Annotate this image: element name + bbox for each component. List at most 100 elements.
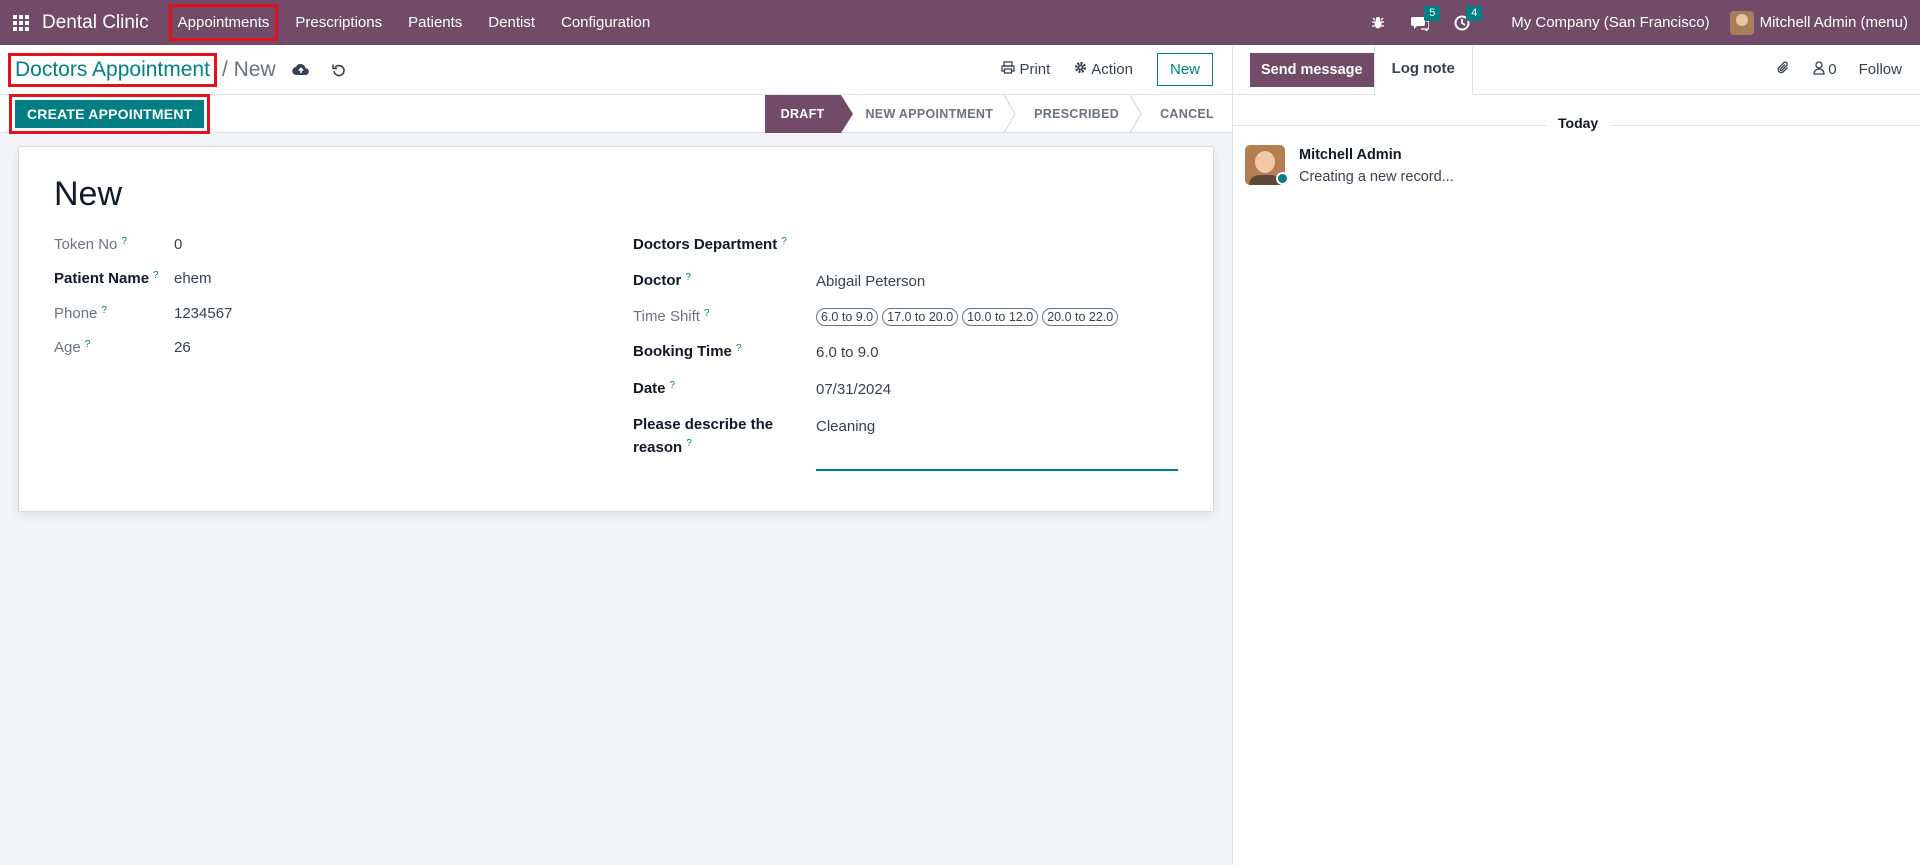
booking-time-value[interactable]: 6.0 to 9.0 (816, 344, 879, 361)
date-label: Date (633, 380, 666, 397)
menu-configuration[interactable]: Configuration (548, 0, 663, 45)
follow-button[interactable]: Follow (1859, 61, 1902, 78)
help-tooltip-icon[interactable]: ? (101, 305, 107, 316)
menu-dentist[interactable]: Dentist (475, 0, 548, 45)
apps-grid-icon[interactable] (13, 14, 29, 31)
attachment-paperclip-icon[interactable] (1777, 60, 1791, 80)
booking-time-field: Booking Time? (633, 343, 741, 360)
printer-icon (1001, 61, 1016, 78)
user-menu[interactable]: Mitchell Admin (menu) (1760, 14, 1908, 31)
reason-label-line2: reason (633, 439, 683, 456)
phone-field: Phone? (54, 305, 107, 322)
chatter-toolbar: Send message Log note 0 Follow (1233, 44, 1920, 95)
user-icon (1813, 60, 1825, 79)
reason-label-line1: Please describe the (633, 416, 774, 433)
help-tooltip-icon[interactable]: ? (85, 339, 91, 350)
stage-cancel-label: CANCEL (1160, 106, 1214, 121)
log-note-button[interactable]: Log note (1373, 44, 1473, 95)
doctor-field: Doctor? (633, 272, 691, 289)
send-message-button[interactable]: Send message (1250, 52, 1374, 87)
token-no-label: Token No (54, 236, 118, 253)
reason-field: Please describe the reason? (633, 416, 773, 456)
messages-badge: 5 (1424, 5, 1441, 21)
time-shift-field: Time Shift? (633, 308, 710, 325)
create-appointment-highlight: CREATE APPOINTMENT (8, 93, 211, 134)
user-avatar[interactable] (1729, 10, 1754, 35)
menu-appointments[interactable]: Appointments (165, 0, 283, 45)
doctor-value[interactable]: Abigail Peterson (816, 273, 925, 290)
stage-prescribed[interactable]: PRESCRIBED (1010, 94, 1142, 133)
gear-icon (1074, 61, 1087, 78)
control-panel: Doctors Appointment / New Print Action N… (0, 45, 1232, 95)
help-tooltip-icon[interactable]: ? (670, 380, 676, 391)
company-switcher[interactable]: My Company (San Francisco) (1511, 14, 1709, 31)
date-separator: Today (1233, 115, 1920, 135)
age-field: Age? (54, 339, 90, 356)
discard-undo-icon[interactable] (330, 61, 348, 79)
doctors-department-field: Doctors Department? (633, 236, 787, 253)
followers-count: 0 (1828, 61, 1837, 78)
time-shift-label: Time Shift (633, 308, 700, 325)
age-label: Age (54, 339, 81, 356)
stage-new-appointment[interactable]: NEW APPOINTMENT (841, 94, 1016, 133)
breadcrumb-doctors-appointment[interactable]: Doctors Appointment (8, 52, 217, 87)
time-shift-tag[interactable]: 20.0 to 22.0 (1042, 308, 1119, 326)
help-tooltip-icon[interactable]: ? (736, 343, 742, 354)
action-label: Action (1091, 61, 1133, 78)
time-shift-tag[interactable]: 10.0 to 12.0 (962, 308, 1039, 326)
reason-input-underline (816, 469, 1178, 471)
chatter-panel: Send message Log note 0 Follow Today Mit… (1232, 44, 1920, 865)
new-record-button[interactable]: New (1156, 53, 1213, 86)
print-label: Print (1019, 61, 1051, 78)
top-navbar: Dental Clinic Appointments Prescriptions… (0, 0, 1920, 45)
help-tooltip-icon[interactable]: ? (685, 272, 691, 283)
age-value[interactable]: 26 (174, 339, 191, 356)
debug-bug-icon[interactable] (1369, 14, 1387, 32)
stage-cancel[interactable]: CANCEL (1136, 95, 1214, 133)
stage-draft[interactable]: DRAFT (764, 94, 854, 133)
stage-new-appointment-label: NEW APPOINTMENT (865, 106, 994, 121)
help-tooltip-icon[interactable]: ? (153, 270, 159, 281)
app-brand[interactable]: Dental Clinic (42, 12, 149, 34)
stage-prescribed-label: PRESCRIBED (1034, 106, 1120, 121)
time-shift-tag[interactable]: 17.0 to 20.0 (882, 308, 959, 326)
form-sheet: New Token No? 0 Patient Name? ehem Phone… (18, 146, 1214, 512)
doctors-department-label: Doctors Department (633, 236, 778, 253)
token-no-field: Token No? (54, 236, 127, 253)
save-cloud-icon[interactable] (291, 61, 310, 79)
patient-name-value[interactable]: ehem (174, 270, 212, 287)
messages-icon[interactable]: 5 (1411, 5, 1441, 32)
help-tooltip-icon[interactable]: ? (781, 236, 787, 247)
activities-clock-icon[interactable]: 4 (1453, 5, 1483, 32)
booking-time-label: Booking Time (633, 343, 732, 360)
time-shift-tag[interactable]: 6.0 to 9.0 (816, 308, 879, 326)
menu-patients[interactable]: Patients (395, 0, 475, 45)
help-tooltip-icon[interactable]: ? (686, 438, 692, 449)
activities-badge: 4 (1466, 5, 1483, 21)
chatter-message: Mitchell Admin Creating a new record... (1245, 145, 1454, 185)
phone-value[interactable]: 1234567 (174, 305, 232, 322)
message-author[interactable]: Mitchell Admin (1299, 147, 1454, 163)
help-tooltip-icon[interactable]: ? (121, 236, 127, 247)
breadcrumb-current: / New (221, 57, 276, 81)
patient-name-label: Patient Name (54, 270, 150, 287)
online-status-dot (1276, 172, 1289, 185)
token-no-value[interactable]: 0 (174, 236, 182, 253)
date-value[interactable]: 07/31/2024 (816, 381, 891, 398)
help-tooltip-icon[interactable]: ? (704, 308, 710, 319)
doctor-label: Doctor (633, 272, 682, 289)
form-statusbar-row: CREATE APPOINTMENT DRAFT NEW APPOINTMENT… (0, 93, 1232, 134)
status-stages: DRAFT NEW APPOINTMENT PRESCRIBED CANCEL (764, 94, 1214, 133)
print-button[interactable]: Print (1001, 61, 1050, 78)
date-field: Date? (633, 380, 675, 397)
action-button[interactable]: Action (1074, 61, 1133, 78)
followers-button[interactable]: 0 (1813, 60, 1837, 79)
time-shift-tags: 6.0 to 9.0 17.0 to 20.0 10.0 to 12.0 20.… (816, 308, 1119, 326)
phone-label: Phone (54, 305, 98, 322)
record-title: New (54, 175, 123, 213)
message-text: Creating a new record... (1299, 169, 1454, 185)
menu-prescriptions[interactable]: Prescriptions (282, 0, 395, 45)
reason-value[interactable]: Cleaning (816, 418, 875, 435)
patient-name-field: Patient Name? (54, 270, 159, 287)
create-appointment-button[interactable]: CREATE APPOINTMENT (15, 99, 205, 128)
